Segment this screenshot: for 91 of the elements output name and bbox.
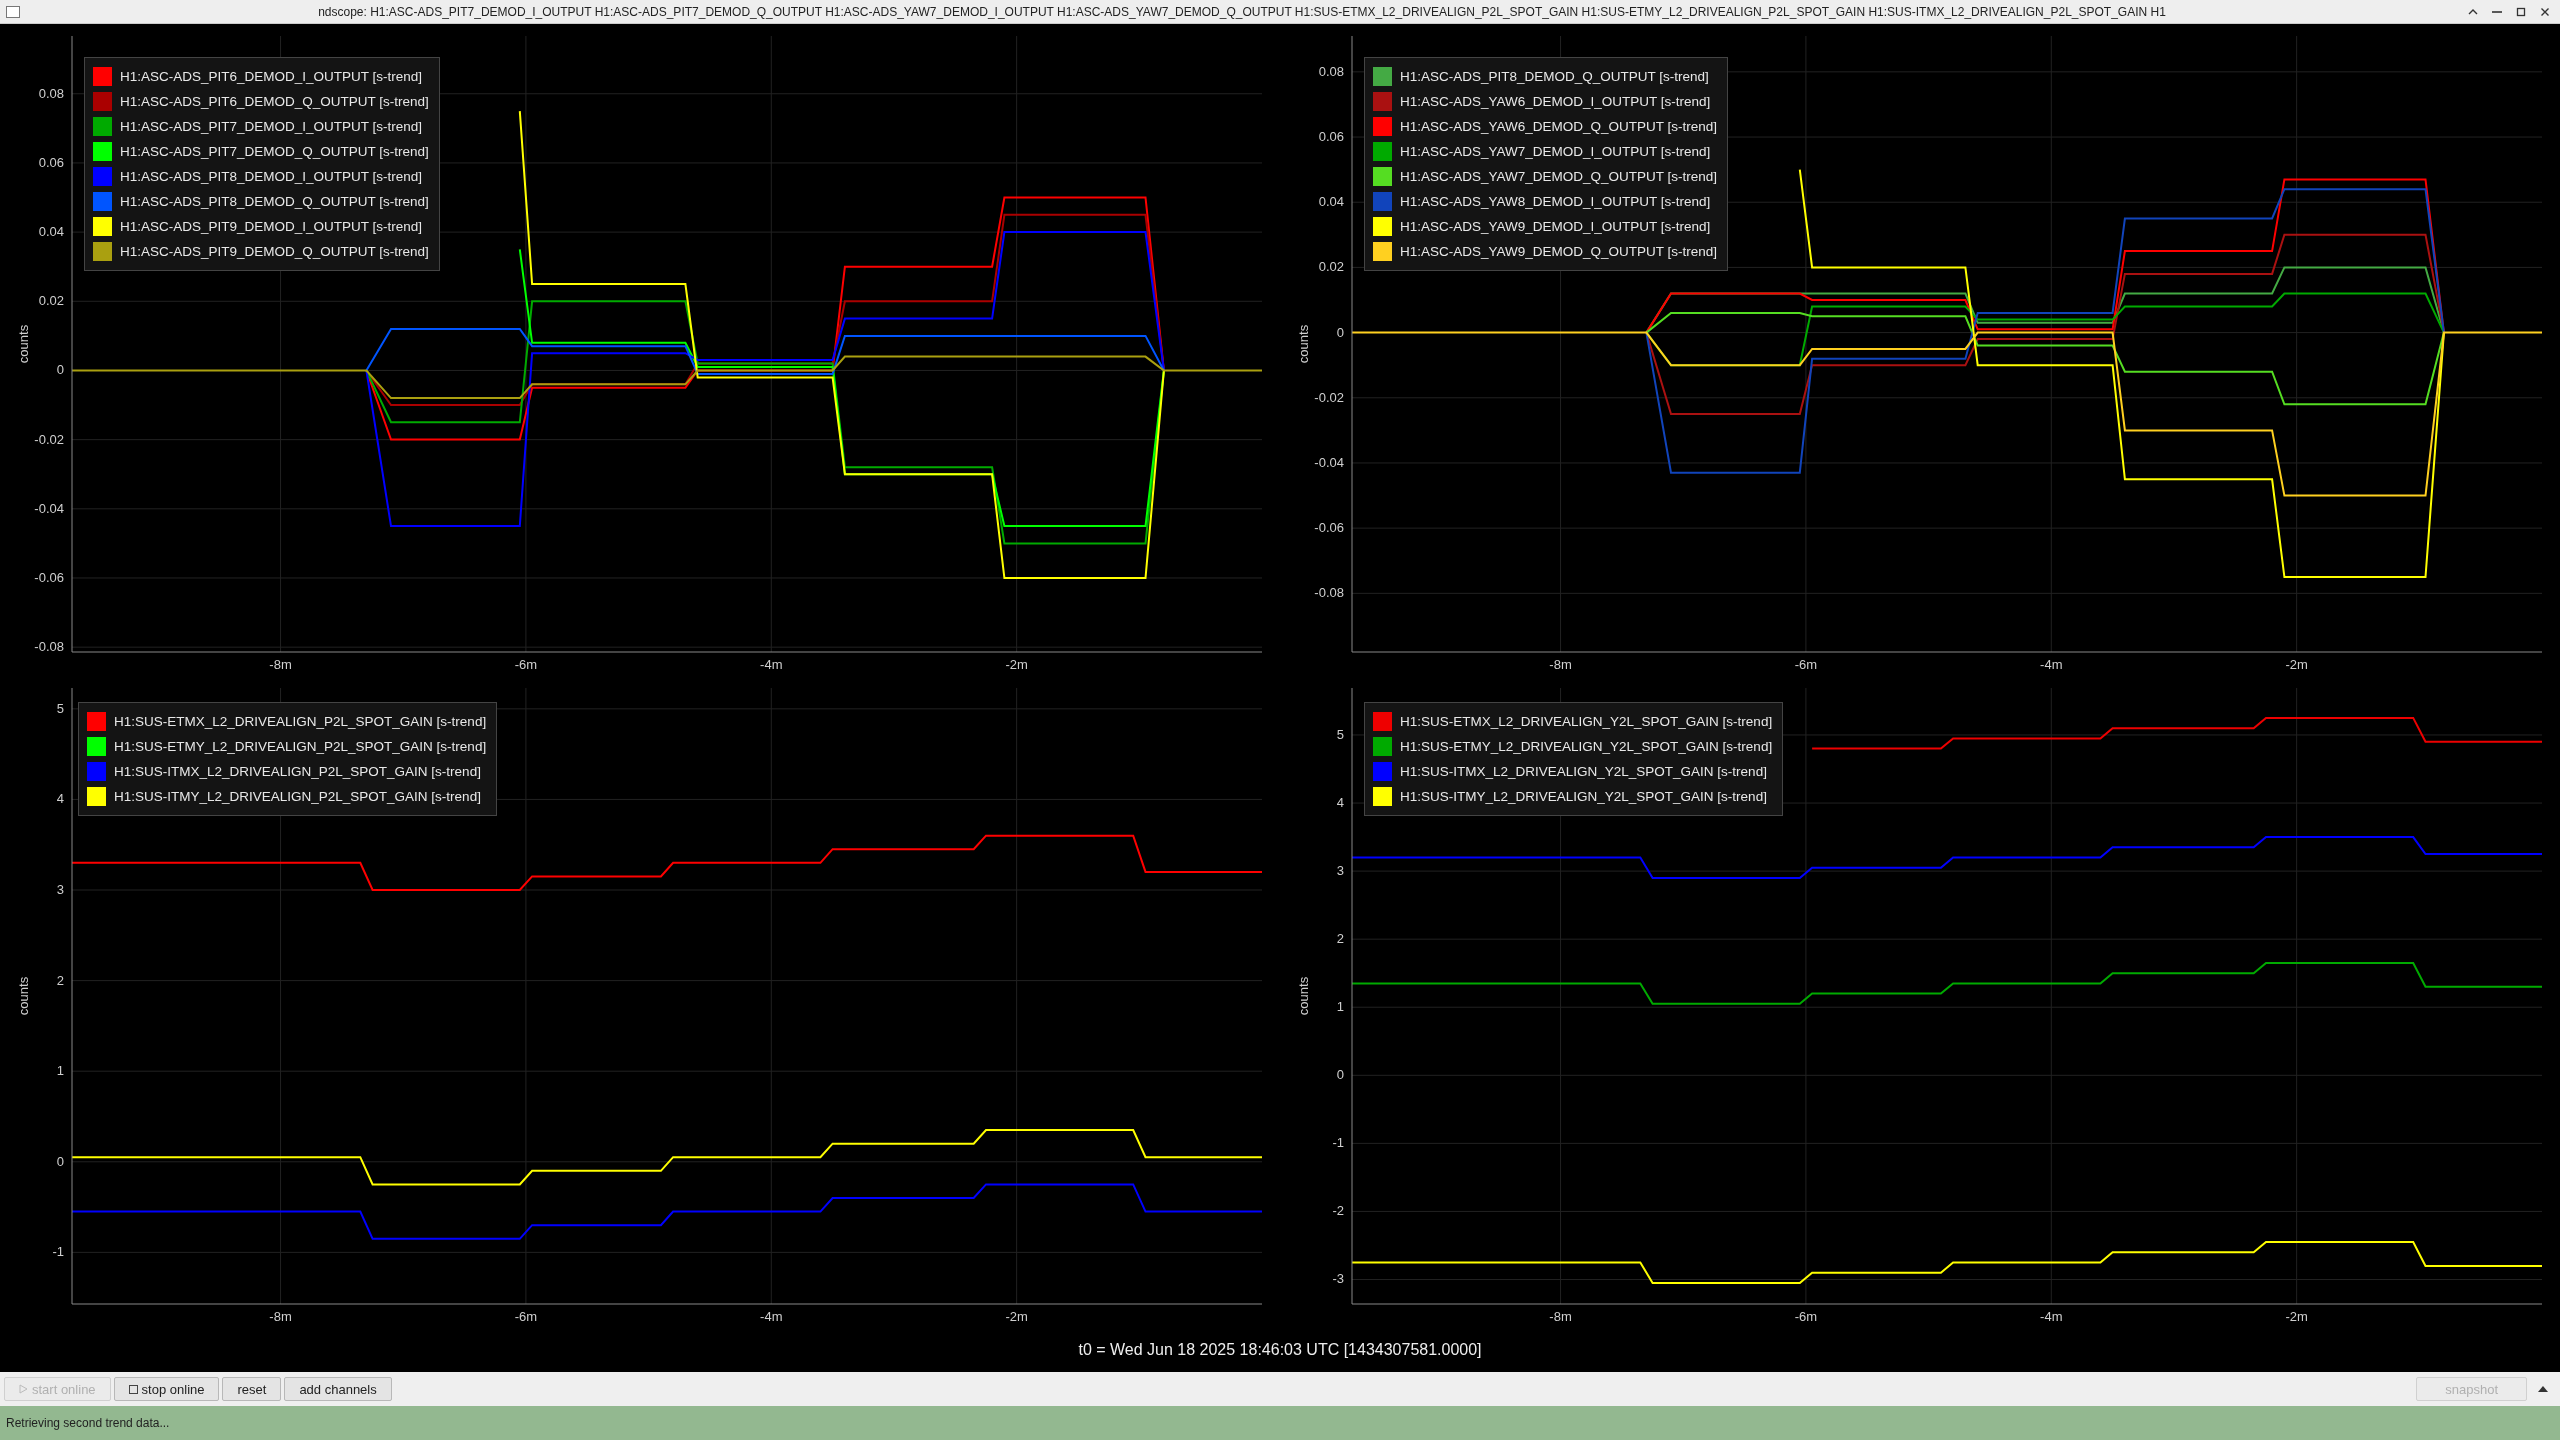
legend-label: H1:SUS-ITMX_L2_DRIVEALIGN_Y2L_SPOT_GAIN [s-trend] (1400, 764, 1767, 779)
tick-label: 0 (56, 362, 64, 378)
tick-label: 0.04 (38, 224, 64, 240)
tick-label: -8m (1549, 657, 1572, 672)
tick-label: -2 (1332, 1203, 1344, 1219)
tick-label: -0.08 (34, 639, 64, 655)
legend-label: H1:SUS-ITMY_L2_DRIVEALIGN_Y2L_SPOT_GAIN [s-trend] (1400, 789, 1767, 804)
tick-label: 1 (1336, 999, 1344, 1015)
tick-label: -6m (514, 657, 538, 672)
tick-label: 5 (56, 700, 64, 716)
axis-label: counts (16, 324, 31, 364)
toolbar-button[interactable]: stop online (113, 1377, 220, 1401)
toolbar-button[interactable]: add channels (284, 1377, 392, 1401)
tick-label: -6m (1794, 1309, 1818, 1324)
tick-label: -4m (2040, 657, 2063, 672)
window-title: ndscope: H1:ASC-ADS_PIT7_DEMOD_I_OUTPUT H1:ASC-ADS_PIT7_DEMOD_Q_OUTPUT H1:ASC-ADS_YAW7_DEMOD_I_OUTPUT H1:ASC-ADS_YAW7_DEMOD_Q_OUTPUT H1:SUS-ETMX_L2_DRIVEALIGN_P2L_SPOT_GAIN H1:SUS-ETMY_L2_DRIVEALIGN_P2L_SPOT_GAIN H1:SUS-ITMX_L2_DRIVEALIGN_P2L_SPOT_GAIN H1 (317, 4, 2167, 19)
axis-label: counts (1296, 976, 1311, 1016)
legend-label: H1:ASC-ADS_PIT9_DEMOD_Q_OUTPUT [s-trend] (120, 244, 429, 259)
tick-label: -4m (2040, 1309, 2063, 1324)
legend-label: H1:ASC-ADS_PIT6_DEMOD_I_OUTPUT [s-trend] (120, 69, 423, 84)
legend-label: H1:ASC-ADS_YAW7_DEMOD_Q_OUTPUT [s-trend] (1400, 169, 1718, 184)
legend-label: H1:ASC-ADS_PIT6_DEMOD_Q_OUTPUT [s-trend] (120, 94, 429, 109)
tick-label: -0.04 (1314, 454, 1344, 470)
tick-label: 0.04 (1318, 194, 1344, 210)
tick-label: -0.04 (34, 500, 64, 516)
tick-label: 0.06 (1318, 129, 1344, 145)
stop-icon (128, 1384, 138, 1394)
tick-label: -8m (269, 1309, 292, 1324)
legend-label: H1:SUS-ITMX_L2_DRIVEALIGN_P2L_SPOT_GAIN [s-trend] (114, 764, 481, 779)
timestamp-label: t0 = Wed Jun 18 2025 18:46:03 UTC [1434307581.0000] (1078, 1341, 1482, 1359)
tick-label: -2m (1005, 657, 1028, 672)
legend-label: H1:ASC-ADS_YAW8_DEMOD_I_OUTPUT [s-trend] (1400, 194, 1711, 209)
tick-label: 4 (1336, 795, 1344, 811)
close-icon (2540, 6, 2550, 17)
toolbar-button[interactable]: reset (222, 1377, 282, 1401)
tick-label: -0.02 (34, 431, 64, 447)
tick-label: 0.08 (1318, 63, 1344, 79)
tick-label: -8m (1549, 1309, 1572, 1324)
legend-label: H1:ASC-ADS_YAW9_DEMOD_Q_OUTPUT [s-trend] (1400, 244, 1718, 259)
tick-label: -2m (2285, 657, 2308, 672)
tick-label: -1 (1332, 1135, 1344, 1151)
play-icon (19, 1384, 28, 1394)
status-text: Retrieving second trend data... (6, 1416, 170, 1430)
tick-label: -2m (1005, 1309, 1028, 1324)
tick-label: 1 (56, 1063, 64, 1079)
tick-label: -8m (269, 657, 292, 672)
legend-label: H1:SUS-ETMY_L2_DRIVEALIGN_Y2L_SPOT_GAIN [s-trend] (1400, 739, 1773, 754)
axis-label: counts (16, 976, 31, 1016)
tick-label: -6m (1794, 657, 1818, 672)
tick-label: -2m (2285, 1309, 2308, 1324)
tick-label: -6m (514, 1309, 538, 1324)
legend-label: H1:ASC-ADS_PIT8_DEMOD_Q_OUTPUT [s-trend] (120, 194, 429, 209)
legend-label: H1:SUS-ETMY_L2_DRIVEALIGN_P2L_SPOT_GAIN [s-trend] (114, 739, 487, 754)
tick-label: -1 (52, 1244, 64, 1260)
tick-label: 4 (56, 791, 64, 807)
legend-label: H1:ASC-ADS_PIT7_DEMOD_Q_OUTPUT [s-trend] (120, 144, 429, 159)
tick-label: 0.06 (38, 154, 64, 170)
legend-label: H1:SUS-ETMX_L2_DRIVEALIGN_Y2L_SPOT_GAIN [s-trend] (1400, 714, 1773, 729)
tick-label: -0.08 (1314, 585, 1344, 601)
tick-label: 0 (1336, 324, 1344, 340)
legend-label: H1:ASC-ADS_YAW9_DEMOD_I_OUTPUT [s-trend] (1400, 219, 1711, 234)
tick-label: 0.08 (38, 85, 64, 101)
legend-label: H1:SUS-ITMY_L2_DRIVEALIGN_P2L_SPOT_GAIN [s-trend] (114, 789, 481, 804)
tick-label: 0 (1336, 1067, 1344, 1083)
minimize-icon (2492, 10, 2502, 13)
legend-label: H1:SUS-ETMX_L2_DRIVEALIGN_P2L_SPOT_GAIN [s-trend] (114, 714, 487, 729)
tick-label: 5 (1336, 726, 1344, 742)
tick-label: -0.06 (34, 570, 64, 585)
legend-label: H1:ASC-ADS_PIT7_DEMOD_I_OUTPUT [s-trend] (120, 119, 423, 134)
tick-label: 2 (56, 972, 64, 988)
tick-label: 2 (1336, 931, 1344, 947)
app-icon (6, 5, 20, 18)
legend-label: H1:ASC-ADS_PIT8_DEMOD_Q_OUTPUT [s-trend] (1400, 69, 1709, 84)
legend-label: H1:ASC-ADS_PIT8_DEMOD_I_OUTPUT [s-trend] (120, 169, 423, 184)
caret-icon (2538, 1385, 2548, 1393)
legend-label: H1:ASC-ADS_YAW6_DEMOD_Q_OUTPUT [s-trend] (1400, 119, 1718, 134)
tick-label: 0.02 (1318, 259, 1344, 275)
maximize-icon (2516, 6, 2526, 17)
legend-label: H1:ASC-ADS_PIT9_DEMOD_I_OUTPUT [s-trend] (120, 219, 423, 234)
tick-label: -3 (1332, 1271, 1344, 1287)
tick-label: -4m (760, 657, 783, 672)
tick-label: 3 (56, 882, 64, 897)
tick-label: -0.06 (1314, 520, 1344, 536)
tick-label: -0.02 (1314, 389, 1344, 405)
tick-label: 0 (56, 1153, 64, 1169)
tick-label: 0.02 (38, 293, 64, 309)
legend-label: H1:ASC-ADS_YAW6_DEMOD_I_OUTPUT [s-trend] (1400, 94, 1711, 109)
tick-label: -4m (760, 1309, 783, 1324)
axis-label: counts (1296, 324, 1311, 364)
tick-label: 3 (1336, 863, 1344, 879)
legend-label: H1:ASC-ADS_YAW7_DEMOD_I_OUTPUT [s-trend] (1400, 144, 1711, 159)
